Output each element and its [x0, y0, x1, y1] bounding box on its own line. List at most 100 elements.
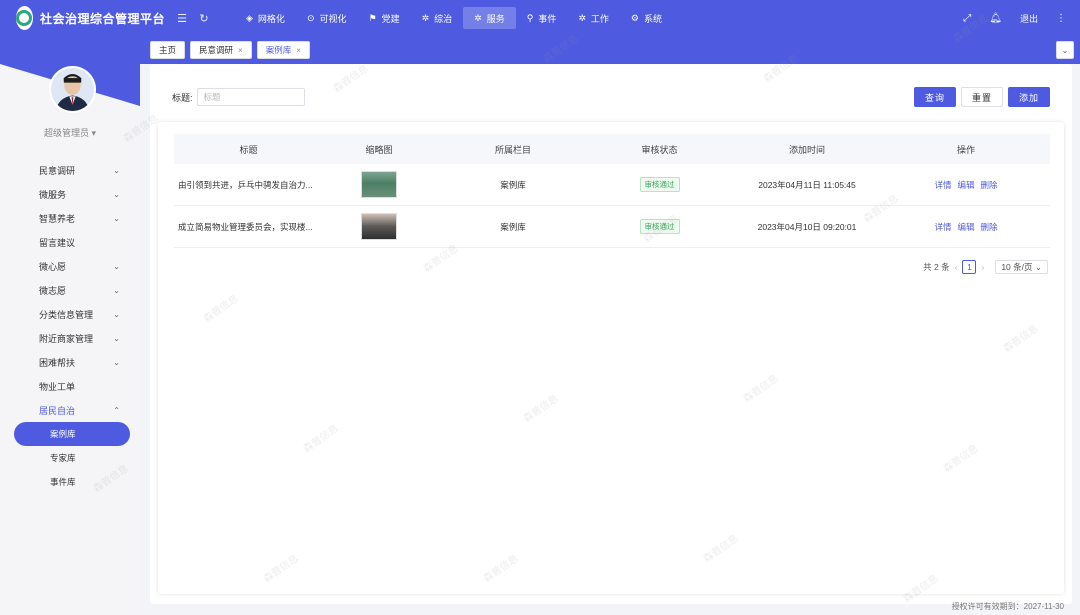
- nav-item-party[interactable]: ⚑ 党建: [358, 0, 411, 36]
- tabs-bar: 主页 民意调研 × 案例库 × ⌄: [140, 36, 1080, 64]
- sidebar-item-elderly-care[interactable]: 智慧养老 ⌄: [0, 206, 140, 230]
- user-role-dropdown[interactable]: 超级管理员 ▾: [0, 126, 140, 139]
- tab-case-library[interactable]: 案例库 ×: [256, 41, 310, 59]
- refresh-icon[interactable]: ↻: [193, 12, 215, 25]
- search-form: 标题:: [172, 88, 305, 106]
- header-title: 标题: [239, 144, 258, 155]
- title-search-input[interactable]: [196, 88, 305, 106]
- next-page-icon[interactable]: ›: [981, 262, 984, 272]
- sidebar-item-nearby-merchants[interactable]: 附近商家管理 ⌄: [0, 326, 140, 350]
- nav-item-work[interactable]: ✲ 工作: [567, 0, 620, 36]
- thumbnail-image[interactable]: [361, 213, 397, 240]
- license-footer: 授权许可有效期到：2027-11-30: [951, 602, 1064, 611]
- delete-link[interactable]: 删除: [981, 179, 998, 191]
- sidebar-item-microservice[interactable]: 微服务 ⌄: [0, 182, 140, 206]
- logo-icon: [16, 6, 33, 30]
- header-column: 所属栏目: [494, 144, 531, 155]
- page-number-current[interactable]: 1: [962, 260, 977, 274]
- cell-time: 2023年04月10日 09:20:01: [757, 221, 857, 232]
- table-row: 成立简易物业管理委员会，实现楼... 案例库 审核通过 2023年04月10日 …: [174, 206, 1050, 248]
- detail-link[interactable]: 详情: [934, 221, 951, 233]
- status-badge: 审核通过: [639, 219, 680, 234]
- chevron-down-icon: ⌄: [113, 333, 120, 343]
- logout-link[interactable]: 退出: [1020, 12, 1038, 25]
- thumbnail-image[interactable]: [361, 171, 397, 198]
- top-navbar: 社会治理综合管理平台 ☰ ↻ ◈ 网格化 ⊙ 可视化 ⚑ 党建 ✲ 综治 ✲ 服务 ⚲ 事件…: [0, 0, 1080, 36]
- sidebar-item-property-orders[interactable]: 物业工单: [0, 374, 140, 398]
- work-icon: ✲: [578, 12, 586, 23]
- menu-toggle-icon[interactable]: ☰: [171, 12, 193, 25]
- brand: 社会治理综合管理平台: [0, 6, 165, 30]
- fullscreen-icon[interactable]: ⤢: [963, 13, 971, 24]
- cell-column: 案例库: [500, 179, 526, 190]
- chevron-down-icon: ⌄: [1061, 45, 1069, 55]
- service-icon: ✲: [474, 12, 482, 23]
- shield-icon: ✲: [421, 12, 430, 23]
- table-card: 标题 缩略图 所属栏目 审核状态 添加时间 操作 由引领到共进，乒乓中骋发自治力…: [158, 122, 1064, 594]
- case-table: 标题 缩略图 所属栏目 审核状态 添加时间 操作 由引领到共进，乒乓中骋发自治力…: [174, 134, 1050, 248]
- nav-item-grid[interactable]: ◈ 网格化: [235, 0, 296, 36]
- main-nav: ◈ 网格化 ⊙ 可视化 ⚑ 党建 ✲ 综治 ✲ 服务 ⚲ 事件 ✲ 工作 ⚙ 系统: [235, 0, 673, 36]
- chevron-down-icon: ⌄: [113, 189, 120, 199]
- chevron-up-icon: ⌃: [113, 405, 120, 415]
- cell-time: 2023年04月11日 11:05:45: [758, 179, 856, 190]
- delete-link[interactable]: 删除: [981, 221, 998, 233]
- cell-title: 由引领到共进，乒乓中骋发自治力...: [178, 179, 313, 190]
- avatar[interactable]: [49, 66, 96, 113]
- sidebar-item-assistance[interactable]: 困难帮扶 ⌄: [0, 350, 140, 374]
- pin-icon: ⚲: [526, 12, 534, 23]
- main-content: 标题: 查询 重置 添加 标题 缩略图 所属栏目 审核状态 添加时间 操作 由引…: [150, 64, 1072, 604]
- sidebar-subitem-event-library[interactable]: 事件库: [0, 470, 140, 494]
- search-label: 标题:: [172, 92, 193, 103]
- page-size-select[interactable]: 10 条/页 ⌄: [995, 260, 1048, 274]
- reset-button[interactable]: 重置: [960, 87, 1003, 107]
- sidebar-item-survey[interactable]: 民意调研 ⌄: [0, 158, 140, 182]
- header-status: 审核状态: [641, 144, 678, 155]
- app-title: 社会治理综合管理平台: [39, 11, 165, 26]
- pagination: 共 2 条 ‹ 1 › 10 条/页 ⌄: [923, 260, 1048, 274]
- status-badge: 审核通过: [639, 177, 680, 192]
- eye-icon: ⊙: [306, 12, 315, 23]
- sidebar-item-resident-autonomy[interactable]: 居民自治 ⌃: [0, 398, 140, 422]
- edit-link[interactable]: 编辑: [957, 179, 974, 191]
- nav-item-service[interactable]: ✲ 服务: [463, 7, 516, 29]
- cell-title: 成立简易物业管理委员会，实现楼...: [178, 221, 313, 232]
- more-icon[interactable]: ⋮: [1056, 13, 1066, 24]
- sidebar-subitem-case-library[interactable]: 案例库: [14, 422, 130, 446]
- tab-survey[interactable]: 民意调研 ×: [190, 41, 252, 59]
- tabs-dropdown-button[interactable]: ⌄: [1056, 41, 1074, 59]
- sidebar-item-suggestions[interactable]: 留言建议: [0, 230, 140, 254]
- sidebar-item-wishes[interactable]: 微心愿 ⌄: [0, 254, 140, 278]
- tab-home[interactable]: 主页: [150, 41, 186, 59]
- nav-item-system[interactable]: ⚙ 系统: [620, 0, 673, 36]
- caret-down-icon: ▾: [91, 128, 97, 138]
- prev-page-icon[interactable]: ‹: [955, 262, 958, 272]
- chevron-down-icon: ⌄: [113, 285, 120, 295]
- header-time: 添加时间: [788, 144, 825, 155]
- grid-icon: ◈: [246, 12, 253, 23]
- bell-icon[interactable]: 🔔︎: [989, 13, 1002, 24]
- chevron-down-icon: ⌄: [113, 357, 120, 367]
- sidebar-item-volunteer[interactable]: 微志愿 ⌄: [0, 278, 140, 302]
- table-row: 由引领到共进，乒乓中骋发自治力... 案例库 审核通过 2023年04月11日 …: [174, 164, 1050, 206]
- close-icon[interactable]: ×: [296, 46, 301, 55]
- sidebar-subitem-expert-library[interactable]: 专家库: [0, 446, 140, 470]
- edit-link[interactable]: 编辑: [957, 221, 974, 233]
- chevron-down-icon: ⌄: [1034, 262, 1042, 272]
- chevron-down-icon: ⌄: [113, 213, 120, 223]
- nav-item-visual[interactable]: ⊙ 可视化: [296, 0, 358, 36]
- nav-item-event[interactable]: ⚲ 事件: [516, 0, 568, 36]
- chevron-down-icon: ⌄: [113, 309, 120, 319]
- nav-item-governance[interactable]: ✲ 综治: [411, 0, 464, 36]
- header-actions: 操作: [956, 144, 975, 155]
- sidebar: 超级管理员 ▾ 民意调研 ⌄ 微服务 ⌄ 智慧养老 ⌄ 留言建议 微心愿 ⌄ 微志愿 ⌄ …: [0, 36, 140, 615]
- close-icon[interactable]: ×: [238, 46, 243, 55]
- add-button[interactable]: 添加: [1007, 87, 1050, 107]
- sidebar-item-classified-info[interactable]: 分类信息管理 ⌄: [0, 302, 140, 326]
- query-button[interactable]: 查询: [913, 87, 956, 107]
- header-thumbnail: 缩略图: [365, 144, 393, 155]
- table-header: 标题 缩略图 所属栏目 审核状态 添加时间 操作: [174, 134, 1050, 164]
- chevron-down-icon: ⌄: [113, 165, 120, 175]
- cell-column: 案例库: [500, 221, 526, 232]
- detail-link[interactable]: 详情: [934, 179, 951, 191]
